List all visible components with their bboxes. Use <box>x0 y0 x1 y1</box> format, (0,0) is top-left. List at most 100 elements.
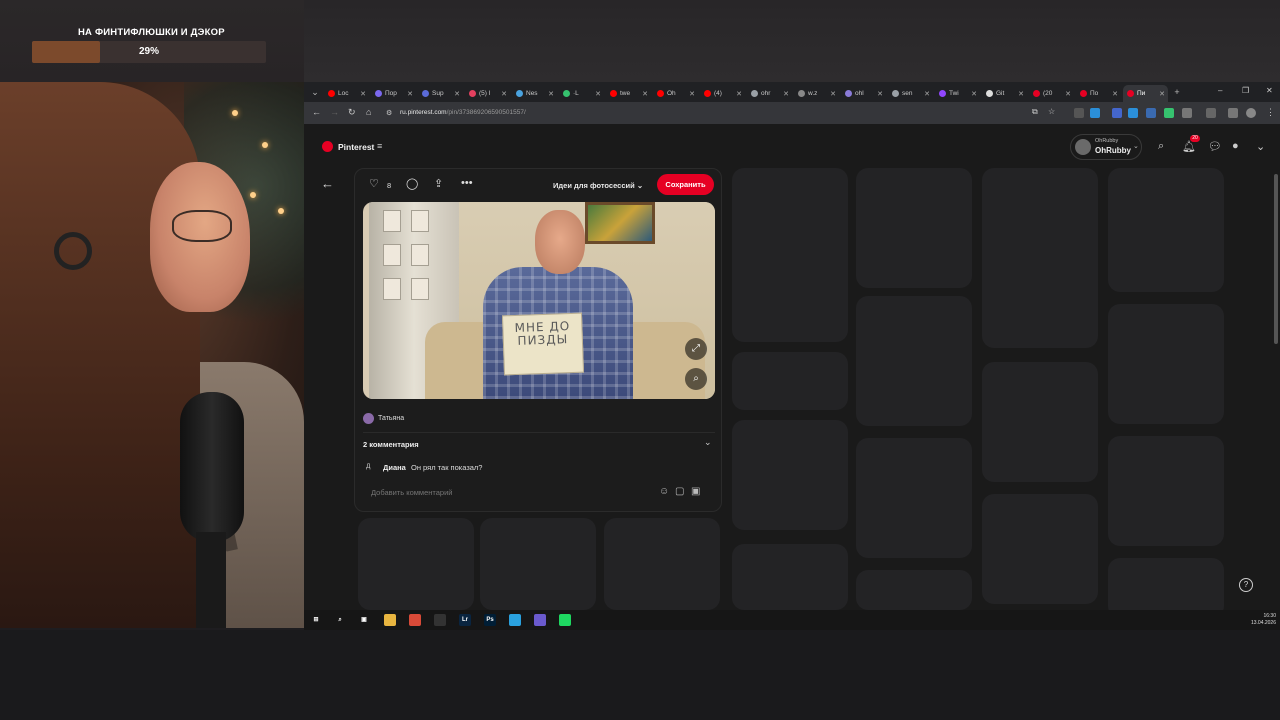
close-tab-icon[interactable]: ✕ <box>501 90 507 98</box>
chevron-down-icon[interactable]: ⌄ <box>704 437 712 448</box>
browser-tab[interactable]: (20 ✕ <box>1029 85 1074 102</box>
close-tab-icon[interactable]: ✕ <box>689 90 695 98</box>
close-tab-icon[interactable]: ✕ <box>407 90 413 98</box>
windows-start-icon[interactable]: ⊞ <box>310 614 322 626</box>
author-name[interactable]: Татьяна <box>378 415 404 422</box>
close-tab-icon[interactable]: ✕ <box>1065 90 1071 98</box>
browser-tab[interactable]: ohr ✕ <box>747 85 792 102</box>
close-tab-icon[interactable]: ✕ <box>830 90 836 98</box>
browser-tab[interactable]: Sup ✕ <box>418 85 463 102</box>
browser-tab[interactable]: Nes ✕ <box>512 85 557 102</box>
close-tab-icon[interactable]: ✕ <box>548 90 554 98</box>
home-icon[interactable]: ⌂ <box>366 107 371 117</box>
avatar-icon[interactable] <box>1246 108 1256 118</box>
browser-tab[interactable]: twe ✕ <box>606 85 651 102</box>
extension-icon[interactable] <box>1128 108 1138 118</box>
bookmark-star-icon[interactable]: ☆ <box>1048 107 1055 116</box>
brand-name[interactable]: Pinterest <box>338 142 374 152</box>
browser-tab[interactable]: Twi ✕ <box>935 85 980 102</box>
expand-icon[interactable]: ⤢ <box>685 338 707 360</box>
browser-tab[interactable]: ohl ✕ <box>841 85 886 102</box>
search-icon[interactable]: ⌕ <box>334 614 346 626</box>
heart-icon[interactable]: ♡ <box>369 177 379 190</box>
browser-tab[interactable]: w.z ✕ <box>794 85 839 102</box>
comment-avatar[interactable]: Д <box>366 463 370 470</box>
grid-app-icon[interactable] <box>534 614 546 626</box>
pinterest-logo-icon[interactable] <box>322 141 333 152</box>
chevron-down-icon[interactable]: ⌄ <box>1256 140 1265 153</box>
sticker-icon[interactable]: ▢ <box>675 486 684 497</box>
share-icon[interactable]: ⇪ <box>434 177 443 190</box>
comment-icon[interactable]: ◯ <box>406 177 418 190</box>
spotify-icon[interactable] <box>559 614 571 626</box>
avatar[interactable] <box>363 413 374 424</box>
tab-search-button[interactable]: ⌄ <box>308 85 322 99</box>
back-icon[interactable]: ← <box>312 107 321 117</box>
explorer-icon[interactable] <box>384 614 396 626</box>
close-tab-icon[interactable]: ✕ <box>1018 90 1024 98</box>
more-icon[interactable]: ••• <box>461 177 473 189</box>
help-icon[interactable]: ? <box>1239 578 1253 592</box>
profile-icon[interactable]: ● <box>1232 140 1239 152</box>
install-icon[interactable]: ⧉ <box>1032 107 1038 117</box>
task-view-icon[interactable]: ▣ <box>358 614 370 626</box>
image-upload-icon[interactable]: ▣ <box>691 486 700 497</box>
extension-icon[interactable] <box>1090 108 1100 118</box>
close-tab-icon[interactable]: ✕ <box>454 90 460 98</box>
browser-tab[interactable]: ·L ✕ <box>559 85 604 102</box>
close-tab-icon[interactable]: ✕ <box>595 90 601 98</box>
browser-tab[interactable]: (5) I ✕ <box>465 85 510 102</box>
browser-tab[interactable]: (4) ✕ <box>700 85 745 102</box>
close-window-button[interactable]: ✕ <box>1266 86 1273 95</box>
restore-button[interactable]: ❐ <box>1242 86 1249 95</box>
browser-tab[interactable]: По ✕ <box>1076 85 1121 102</box>
forward-icon[interactable]: → <box>330 107 339 117</box>
download-icon[interactable] <box>1206 108 1216 118</box>
extension-icon[interactable] <box>1112 108 1122 118</box>
board-selector[interactable]: Идеи для фотосессий ⌄ <box>553 181 643 190</box>
close-tab-icon[interactable]: ✕ <box>971 90 977 98</box>
close-tab-icon[interactable]: ✕ <box>1112 90 1118 98</box>
scrollbar[interactable] <box>1274 174 1278 344</box>
browser-tab[interactable]: Loc ✕ <box>324 85 369 102</box>
extension-icon[interactable] <box>1146 108 1156 118</box>
url-field[interactable]: ru.pinterest.com/pin/373869206590501557/ <box>400 109 526 116</box>
close-tab-icon[interactable]: ✕ <box>1159 90 1165 98</box>
close-tab-icon[interactable]: ✕ <box>783 90 789 98</box>
close-tab-icon[interactable]: ✕ <box>877 90 883 98</box>
profile-icon[interactable] <box>1228 108 1238 118</box>
photoshop-icon[interactable]: Ps <box>484 614 496 626</box>
search-icon[interactable]: ⌕ <box>1158 140 1164 153</box>
menu-icon[interactable]: ≡ <box>377 141 382 151</box>
close-tab-icon[interactable]: ✕ <box>736 90 742 98</box>
pin-image[interactable]: МНЕ ДО ПИЗДЫ ⤢ ⌕ <box>363 202 715 399</box>
comments-header[interactable]: 2 комментария <box>363 440 419 449</box>
chrome-icon[interactable] <box>409 614 421 626</box>
account-switcher[interactable]: OhRubby OhRubby ⌄ <box>1070 134 1142 160</box>
clock[interactable]: 16:30 13.04.2026 <box>1251 613 1276 627</box>
obs-icon[interactable] <box>434 614 446 626</box>
close-tab-icon[interactable]: ✕ <box>360 90 366 98</box>
reload-icon[interactable]: ↻ <box>348 107 356 118</box>
emoji-icon[interactable]: ☺ <box>659 486 669 497</box>
extension-icon[interactable] <box>1074 108 1084 118</box>
telegram-icon[interactable] <box>509 614 521 626</box>
site-info-icon[interactable]: ⚙ <box>386 109 392 117</box>
close-tab-icon[interactable]: ✕ <box>642 90 648 98</box>
lightroom-icon[interactable]: Lr <box>459 614 471 626</box>
visual-search-icon[interactable]: ⌕ <box>685 368 707 390</box>
browser-tab[interactable]: Git ✕ <box>982 85 1027 102</box>
messages-icon[interactable]: 💬︎ <box>1208 140 1222 153</box>
minimize-button[interactable]: – <box>1218 86 1222 95</box>
browser-tab[interactable]: Пор ✕ <box>371 85 416 102</box>
save-button[interactable]: Сохранить <box>657 174 714 195</box>
menu-icon[interactable]: ⋮ <box>1266 107 1275 118</box>
browser-tab[interactable]: Пи ✕ <box>1123 85 1168 102</box>
browser-tab[interactable]: sen ✕ <box>888 85 933 102</box>
browser-tab[interactable]: Oh ✕ <box>653 85 698 102</box>
close-tab-icon[interactable]: ✕ <box>924 90 930 98</box>
extension-icon[interactable] <box>1164 108 1174 118</box>
back-arrow-icon[interactable]: ← <box>321 176 334 191</box>
comment-input[interactable] <box>363 482 653 502</box>
comment-author[interactable]: Диана <box>383 463 406 472</box>
